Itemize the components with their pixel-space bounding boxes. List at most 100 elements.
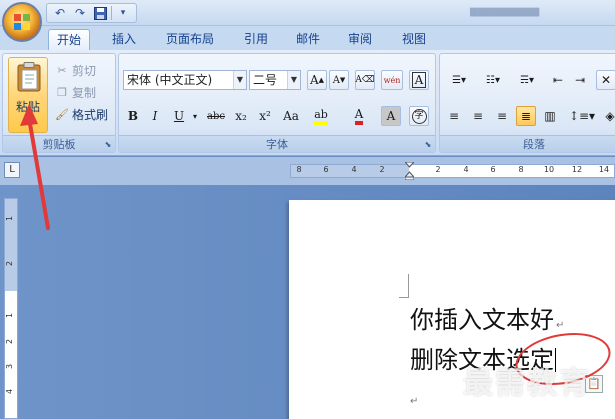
office-button[interactable] [2,2,42,42]
paragraph-group-label: 段落 [440,135,615,152]
align-left-icon: ≡ [448,109,460,123]
line-1-text: 你插入文本好 [410,306,554,334]
copy-icon: ❐ [57,85,67,99]
format-painter-label: 格式刷 [72,107,109,122]
font-launcher-icon[interactable]: ⬊ [423,140,433,150]
ruler-tick: 4 [463,165,469,174]
save-icon[interactable] [91,5,109,21]
ruler-tick: 14 [598,165,610,174]
chevron-down-icon[interactable]: ▼ [233,71,246,89]
char-border-icon: A [411,72,427,88]
margin-crop-mark [399,274,409,298]
paragraph-mark: ↵ [556,320,565,331]
vertical-ruler[interactable]: 1 2 1 2 3 4 [4,198,18,419]
ruler-tick: 6 [490,165,496,174]
enclose-char-icon: 字 [411,108,427,124]
title-bar: ↶ ↷ ▾ ▆▆▆▆▆▆▆▆▆ [0,0,615,26]
window-title-faded: ▆▆▆▆▆▆▆▆▆ [470,6,540,17]
paint-bucket-icon: ◈ [605,109,615,123]
ribbon-body: 粘贴 ✂ 剪切 ❐ 复制 🖌 格式刷 剪贴板 ⬊ 宋体 (中文正文) ▼ 二号 … [0,50,615,156]
horizontal-ruler[interactable]: 8 6 4 2 2 4 6 8 10 12 14 [290,162,615,180]
indent-marker-icon[interactable] [405,162,414,180]
multilevel-icon: ☴▾ [520,74,534,86]
vruler-tick: 2 [5,338,15,345]
ribbon-tabs: 开始 插入 页面布局 引用 邮件 审阅 视图 [0,26,615,50]
font-color-button[interactable]: A [349,106,369,126]
highlight-button[interactable]: ab [311,106,331,126]
vruler-tick: 3 [5,363,15,370]
clear-format-icon: A⌫ [355,75,375,85]
change-case-button[interactable]: Aa [279,106,303,126]
cut-button[interactable]: ✂ 剪切 [55,60,96,80]
watermark-text: 最需教育 [463,366,591,401]
customize-qat-icon[interactable]: ▾ [114,5,132,21]
tab-insert[interactable]: 插入 [104,29,144,50]
paragraph-group: ☰▾ ☷▾ ☴▾ ⇤ ⇥ ✕ ≡ ≡ ≡ ≣ ▥ ↕≡▾ ◈ 段落 [439,53,615,153]
increase-indent-button[interactable]: ⇥ [570,70,590,90]
brush-icon: 🖌 [55,107,69,121]
ruler-tick: 6 [323,165,329,174]
char-shading-icon: A [386,109,396,123]
chevron-down-icon[interactable]: ▼ [287,71,300,89]
shading-button[interactable]: ◈ [600,106,615,126]
format-painter-button[interactable]: 🖌 格式刷 [55,104,108,124]
quick-access-toolbar: ↶ ↷ ▾ [46,3,137,23]
undo-icon[interactable]: ↶ [51,5,69,21]
underline-dropdown-icon[interactable]: ▾ [185,106,205,126]
tab-page-layout[interactable]: 页面布局 [158,29,222,50]
increase-indent-icon: ⇥ [574,73,586,87]
tab-home[interactable]: 开始 [48,29,91,50]
char-border-button[interactable]: A [409,70,429,90]
italic-button[interactable]: I [145,106,165,126]
clipboard-launcher-icon[interactable]: ⬊ [103,140,113,150]
vruler-tick: 1 [5,312,15,319]
superscript-button[interactable]: x² [255,106,275,126]
highlighter-icon: ab [314,108,328,125]
phonetic-icon: wén [383,75,401,85]
copy-button[interactable]: ❐ 复制 [55,82,96,102]
shrink-font-button[interactable]: A ▼ [329,70,349,90]
align-left-button[interactable]: ≡ [444,106,464,126]
font-name-combo[interactable]: 宋体 (中文正文) ▼ [123,70,247,90]
align-right-button[interactable]: ≡ [492,106,512,126]
grow-font-button[interactable]: A ▲ [307,70,327,90]
chinese-layout-icon: ✕ [600,73,612,87]
tab-view[interactable]: 视图 [394,29,434,50]
ruler-tick: 2 [435,165,441,174]
multilevel-list-button[interactable]: ☴▾ [512,70,542,90]
ruler-row: L 8 6 4 2 2 4 6 8 10 12 14 [0,157,615,185]
ruler-tick: 10 [543,165,555,174]
line-spacing-button[interactable]: ↕≡▾ [568,106,596,126]
tab-review[interactable]: 审阅 [340,29,380,50]
tab-selector-icon[interactable]: L [4,162,20,178]
ruler-tick: 8 [296,165,302,174]
document-line-1[interactable]: 你插入文本好 ↵ [410,300,564,335]
clear-format-button[interactable]: A⌫ [355,70,375,90]
redo-icon[interactable]: ↷ [71,5,89,21]
enclose-char-button[interactable]: 字 [409,106,429,126]
clipboard-group-label: 剪贴板 [3,135,115,152]
phonetic-guide-button[interactable]: wén [381,70,403,90]
font-name-value: 宋体 (中文正文) [127,73,213,87]
justify-button[interactable]: ≣ [516,106,536,126]
bold-button[interactable]: B [123,106,143,126]
align-center-button[interactable]: ≡ [468,106,488,126]
decrease-indent-button[interactable]: ⇤ [548,70,568,90]
qat-separator [111,6,112,20]
strikethrough-button[interactable]: abc [203,106,229,126]
tab-mailings[interactable]: 邮件 [288,29,328,50]
font-group-label: 字体 [119,135,435,152]
numbering-icon: ☷▾ [486,74,500,86]
tab-references[interactable]: 引用 [236,29,276,50]
copy-label: 复制 [72,85,97,100]
distributed-button[interactable]: ▥ [540,106,560,126]
subscript-button[interactable]: x₂ [231,106,251,126]
paste-button[interactable]: 粘贴 [8,57,48,133]
numbering-button[interactable]: ☷▾ [478,70,508,90]
char-shading-button[interactable]: A [381,106,401,126]
ruler-tick: 2 [379,165,385,174]
font-color-icon: A [354,107,364,125]
font-size-combo[interactable]: 二号 ▼ [249,70,301,90]
bullets-button[interactable]: ☰▾ [444,70,474,90]
chinese-layout-button[interactable]: ✕ [596,70,615,90]
